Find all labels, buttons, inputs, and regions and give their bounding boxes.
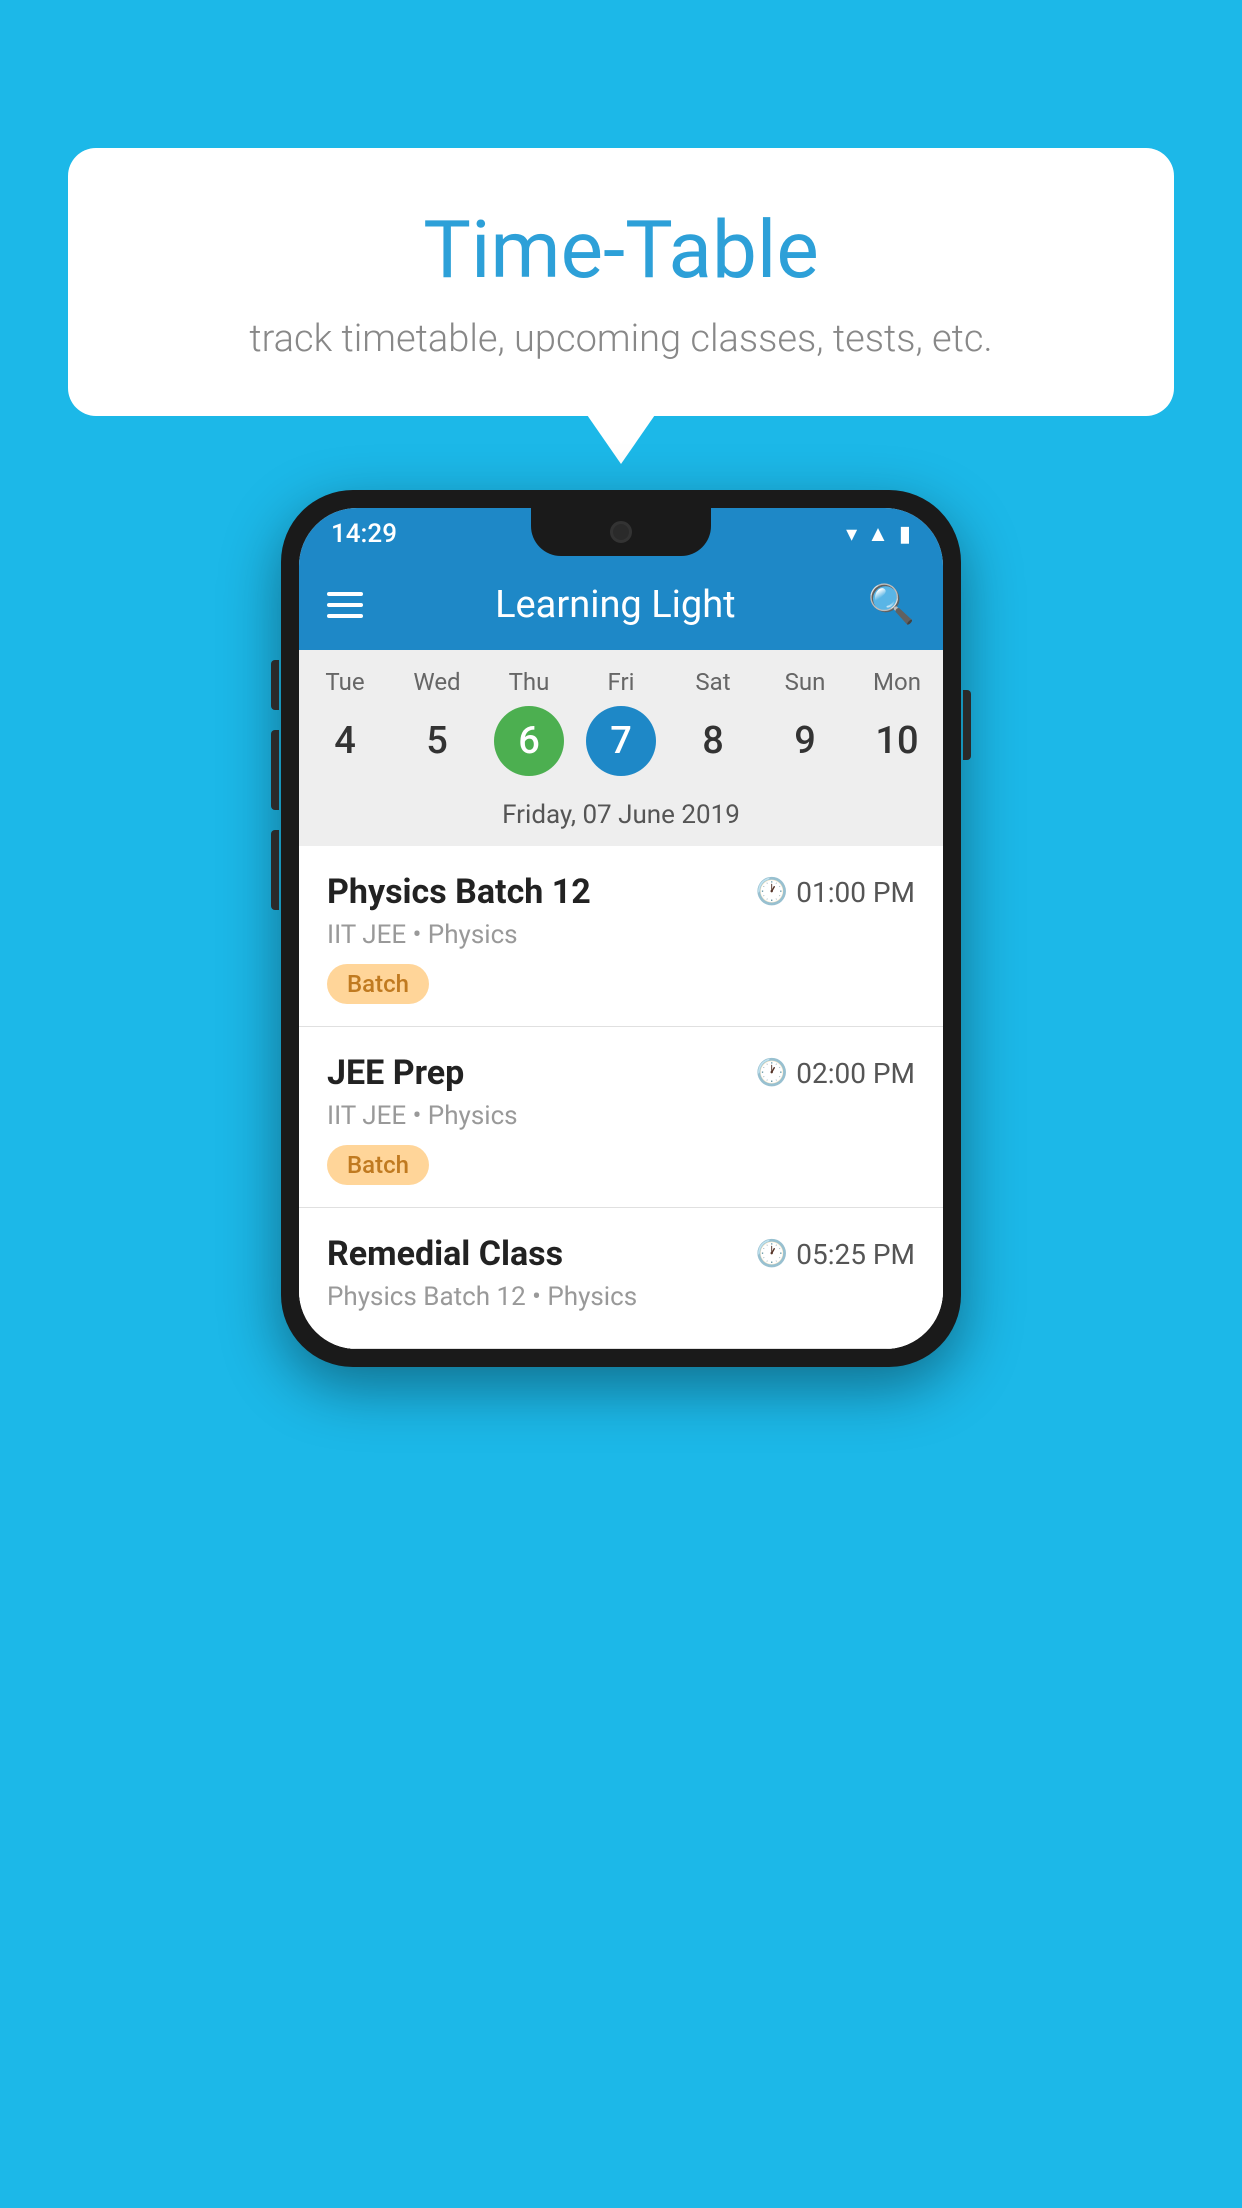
phone-outer: 14:29 ▾ ▲ ▮ Learning Light 🔍 — [281, 490, 961, 1367]
item-title: JEE Prep — [327, 1053, 464, 1093]
day-number: 5 — [402, 706, 472, 776]
signal-icon: ▲ — [867, 521, 889, 547]
power-button — [271, 660, 279, 710]
day-col-6[interactable]: Thu 6 — [483, 668, 575, 790]
day-number: 6 — [494, 706, 564, 776]
calendar-strip: Tue 4 Wed 5 Thu 6 Fri 7 Sat 8 Sun 9 Mon 10 Friday, 07… — [299, 650, 943, 846]
speech-bubble: Time-Table track timetable, upcoming cla… — [68, 148, 1174, 416]
day-col-4[interactable]: Tue 4 — [299, 668, 391, 790]
item-title: Remedial Class — [327, 1234, 563, 1274]
day-col-7[interactable]: Fri 7 — [575, 668, 667, 790]
item-time: 🕐 05:25 PM — [756, 1238, 915, 1271]
schedule-item-1[interactable]: JEE Prep 🕐 02:00 PM IIT JEE • Physics Batch — [299, 1027, 943, 1208]
wifi-icon: ▾ — [846, 522, 857, 547]
item-header: Physics Batch 12 🕐 01:00 PM — [327, 872, 915, 912]
time-text: 02:00 PM — [796, 1057, 915, 1090]
day-col-9[interactable]: Sun 9 — [759, 668, 851, 790]
speech-bubble-subtitle: track timetable, upcoming classes, tests… — [118, 317, 1124, 361]
day-name: Mon — [873, 668, 921, 696]
phone-wrapper: 14:29 ▾ ▲ ▮ Learning Light 🔍 — [281, 490, 961, 1367]
day-number: 4 — [310, 706, 380, 776]
schedule-list: Physics Batch 12 🕐 01:00 PM IIT JEE • Physi… — [299, 846, 943, 1349]
clock-icon: 🕐 — [756, 877, 788, 907]
item-subtitle: IIT JEE • Physics — [327, 1101, 915, 1131]
phone-screen: 14:29 ▾ ▲ ▮ Learning Light 🔍 — [299, 508, 943, 1349]
schedule-item-2[interactable]: Remedial Class 🕐 05:25 PM Physics Batch 12 … — [299, 1208, 943, 1349]
day-name: Sun — [785, 668, 826, 696]
clock-icon: 🕐 — [756, 1058, 788, 1088]
day-number: 8 — [678, 706, 748, 776]
speech-bubble-container: Time-Table track timetable, upcoming cla… — [68, 148, 1174, 416]
app-bar: Learning Light 🔍 — [299, 560, 943, 650]
day-name: Thu — [509, 668, 550, 696]
clock-icon: 🕐 — [756, 1239, 788, 1269]
batch-badge: Batch — [327, 1145, 429, 1185]
status-icons: ▾ ▲ ▮ — [846, 521, 911, 547]
time-text: 05:25 PM — [796, 1238, 915, 1271]
app-title: Learning Light — [391, 583, 840, 627]
volume-button-right — [963, 690, 971, 760]
item-title: Physics Batch 12 — [327, 872, 591, 912]
search-icon[interactable]: 🔍 — [868, 583, 915, 627]
day-number: 9 — [770, 706, 840, 776]
day-name: Wed — [413, 668, 460, 696]
day-name: Fri — [608, 668, 635, 696]
day-col-10[interactable]: Mon 10 — [851, 668, 943, 790]
day-col-8[interactable]: Sat 8 — [667, 668, 759, 790]
batch-badge: Batch — [327, 964, 429, 1004]
volume-down-button — [271, 830, 279, 910]
day-col-5[interactable]: Wed 5 — [391, 668, 483, 790]
speech-bubble-title: Time-Table — [118, 203, 1124, 297]
item-time: 🕐 02:00 PM — [756, 1057, 915, 1090]
item-header: Remedial Class 🕐 05:25 PM — [327, 1234, 915, 1274]
battery-icon: ▮ — [899, 522, 911, 547]
hamburger-menu-button[interactable] — [327, 592, 363, 618]
item-subtitle: Physics Batch 12 • Physics — [327, 1282, 915, 1312]
time-text: 01:00 PM — [796, 876, 915, 909]
status-time: 14:29 — [331, 519, 397, 549]
day-number: 7 — [586, 706, 656, 776]
item-subtitle: IIT JEE • Physics — [327, 920, 915, 950]
item-time: 🕐 01:00 PM — [756, 876, 915, 909]
day-name: Tue — [325, 668, 364, 696]
day-number: 10 — [862, 706, 932, 776]
schedule-item-0[interactable]: Physics Batch 12 🕐 01:00 PM IIT JEE • Physi… — [299, 846, 943, 1027]
phone-notch — [531, 508, 711, 556]
days-row: Tue 4 Wed 5 Thu 6 Fri 7 Sat 8 Sun 9 Mon 10 — [299, 650, 943, 790]
selected-date: Friday, 07 June 2019 — [299, 790, 943, 846]
volume-up-button — [271, 730, 279, 810]
phone-camera — [610, 521, 632, 543]
day-name: Sat — [695, 668, 730, 696]
item-header: JEE Prep 🕐 02:00 PM — [327, 1053, 915, 1093]
